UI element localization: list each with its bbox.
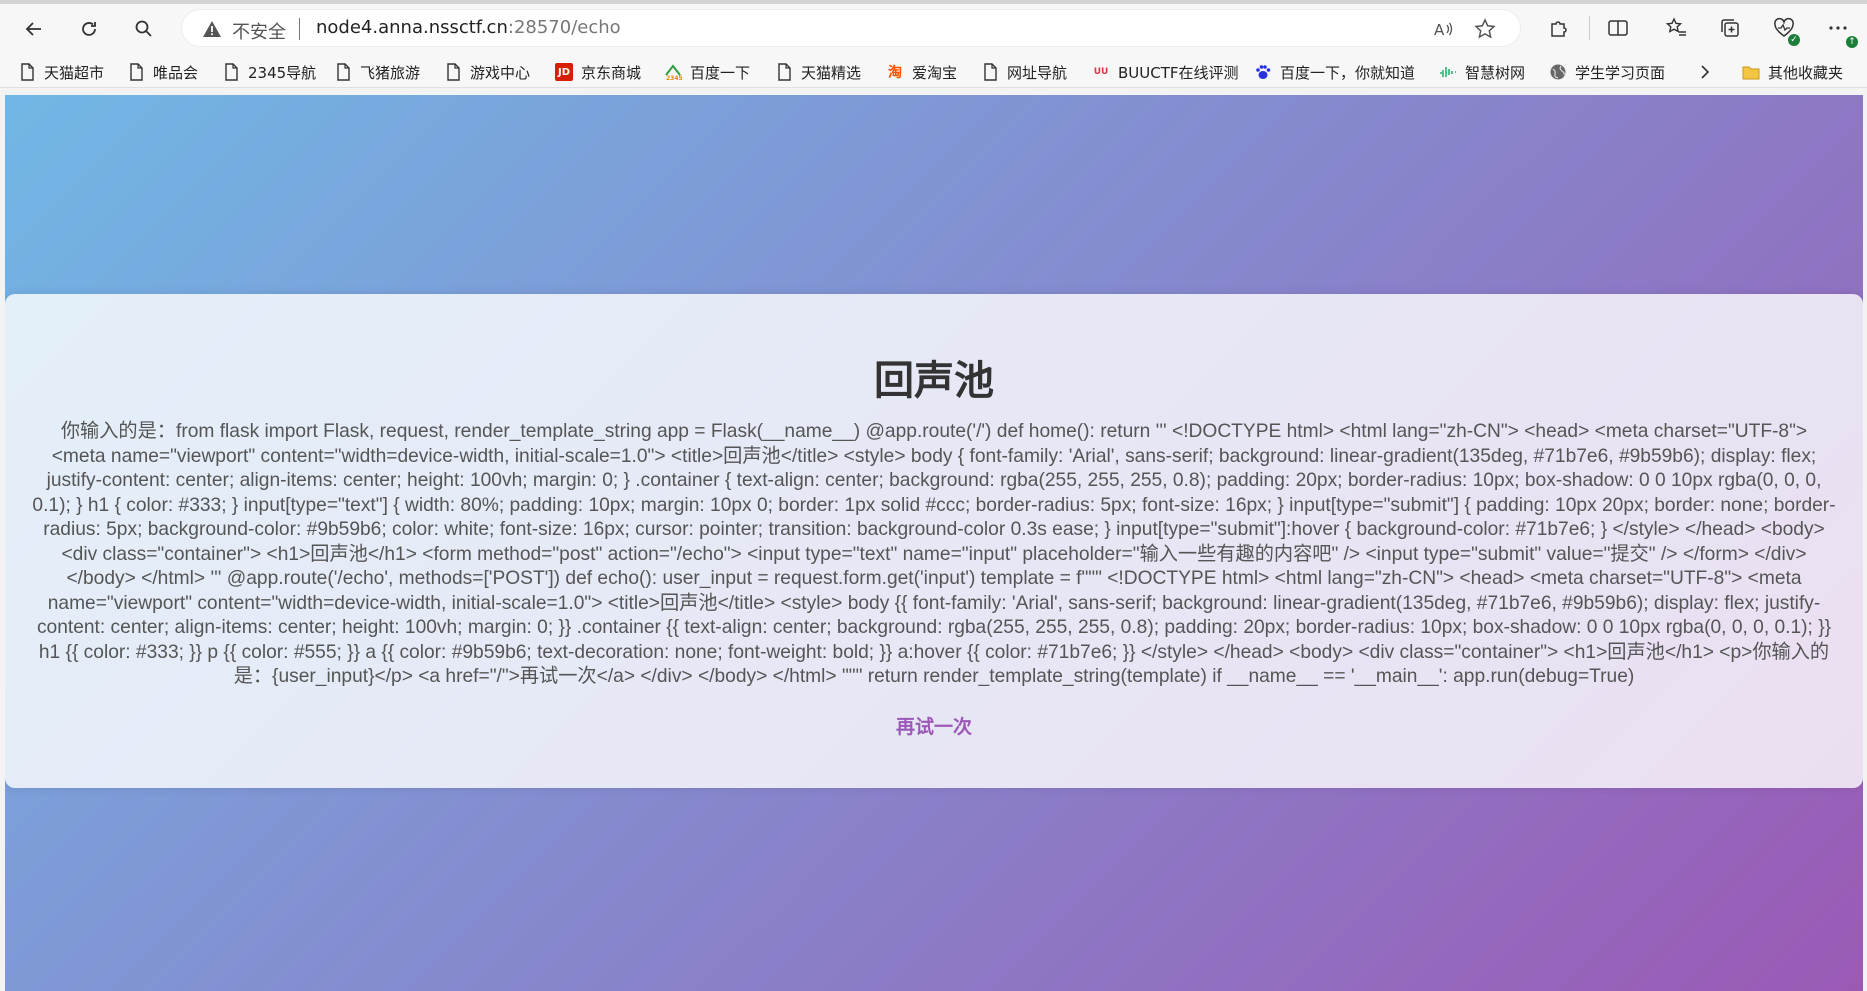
taobao-icon: 淘 [888,65,902,81]
bookmark-item[interactable]: 游戏中心 [444,60,530,84]
bookmark-label: 百度一下 [690,63,751,82]
refresh-button[interactable] [72,12,106,46]
split-screen-icon [1608,20,1628,36]
svg-text:A: A [1434,21,1445,39]
bookmark-item[interactable]: 飞猪旅游 [334,60,420,84]
status-ok-badge: ✓ [1788,34,1800,46]
bookmark-item[interactable]: 淘 爱淘宝 [886,60,957,84]
bookmark-item[interactable]: 天猫精选 [775,60,861,84]
page-viewport: 回声池 你输入的是：from flask import Flask, reque… [5,95,1863,991]
update-badge: ↑ [1846,36,1858,48]
more-menu-button[interactable]: ↑ [1824,14,1858,48]
bookmark-item[interactable]: 唯品会 [127,60,198,84]
bookmark-label: 智慧树网 [1465,63,1526,82]
search-button[interactable] [127,12,161,46]
page-title: 回声池 [874,359,994,403]
page-icon [447,63,460,81]
favorites-list-icon [1665,17,1686,36]
echo-output-text: 你输入的是：from flask import Flask, request, … [32,421,1836,687]
baidu-paw-icon [1256,65,1271,79]
bookmark-label: 天猫超市 [44,63,105,82]
bookmark-label: 游戏中心 [470,63,531,82]
browser-toolbar: 不安全 node4.anna.nssctf.cn:28570/echo A ✓ … [0,0,1867,56]
browser-essentials-button[interactable]: ✓ [1770,14,1800,46]
tab-strip-edge [0,0,1867,4]
bookmark-item[interactable]: 学生学习页面 [1549,60,1665,84]
page-icon [130,63,143,81]
2345-icon: 2345 [665,64,682,81]
page-icon [778,63,791,81]
url-path: :28570/echo [507,17,621,38]
page-icon [984,63,997,81]
more-dots-icon [1829,26,1847,30]
puzzle-icon [1551,21,1567,37]
address-bar[interactable]: 不安全 node4.anna.nssctf.cn:28570/echo A [181,9,1521,47]
bookmark-label: BUUCTF在线评测 [1118,63,1239,82]
zhihuishu-icon [1440,67,1456,77]
url-host: node4.anna.nssctf.cn [316,17,508,38]
split-screen-button[interactable] [1604,14,1632,42]
bookmarks-overflow-button[interactable] [1697,60,1713,84]
refresh-icon [82,22,96,36]
read-aloud-icon[interactable]: A [1432,18,1454,40]
favorite-star-icon[interactable] [1474,18,1496,40]
extensions-button[interactable] [1545,14,1573,42]
address-separator [299,18,300,40]
collections-button[interactable] [1716,14,1744,42]
bookmark-item[interactable]: 网址导航 [981,60,1067,84]
warning-icon [203,21,221,37]
bookmark-label: 天猫精选 [801,63,862,82]
svg-text:2345: 2345 [666,75,682,81]
buuctf-icon: UU [1093,67,1109,77]
bookmark-label: 网址导航 [1007,63,1068,82]
bookmarks-bar: 天猫超市 唯品会 2345导航 飞猪旅游 游戏中心 JD 京东商城 2345 百… [0,56,1867,88]
bookmark-item[interactable]: 智慧树网 [1439,60,1525,84]
globe-icon [1550,64,1566,80]
retry-link[interactable]: 再试一次 [896,712,972,739]
page-icon [337,63,350,81]
bookmark-label: 学生学习页面 [1575,63,1666,82]
other-bookmarks-label: 其他收藏夹 [1768,63,1844,82]
jd-icon: JD [555,63,573,81]
bookmark-item[interactable]: 2345导航 [222,60,316,84]
bookmark-label: 飞猪旅游 [360,63,421,82]
echo-result-card: 回声池 你输入的是：from flask import Flask, reque… [5,294,1863,788]
bookmark-label: 唯品会 [153,63,199,82]
favorites-button[interactable] [1662,14,1690,42]
back-arrow-icon [25,22,41,36]
bookmark-label: 2345导航 [248,63,317,82]
bookmark-label: 爱淘宝 [912,63,958,82]
bookmark-label: 京东商城 [581,63,642,82]
page-icon [225,63,238,81]
bookmark-item[interactable]: 百度一下，你就知道 [1254,60,1415,84]
folder-icon [1742,66,1760,80]
bookmark-item[interactable]: 2345 百度一下 [664,60,750,84]
bookmark-item[interactable]: JD 京东商城 [555,60,641,84]
bookmark-item[interactable]: UU BUUCTF在线评测 [1092,60,1239,84]
insecure-label[interactable]: 不安全 [232,18,286,44]
url-text[interactable]: node4.anna.nssctf.cn:28570/echo [316,17,621,38]
collections-icon [1721,19,1739,37]
page-icon [21,63,34,81]
bookmark-item[interactable]: 天猫超市 [18,60,104,84]
back-button[interactable] [17,12,51,46]
search-icon [135,20,152,37]
chevron-right-icon [1701,65,1710,79]
other-bookmarks-folder[interactable]: 其他收藏夹 [1742,60,1843,84]
toolbar-divider [1589,16,1590,40]
bookmark-label: 百度一下，你就知道 [1280,63,1416,82]
